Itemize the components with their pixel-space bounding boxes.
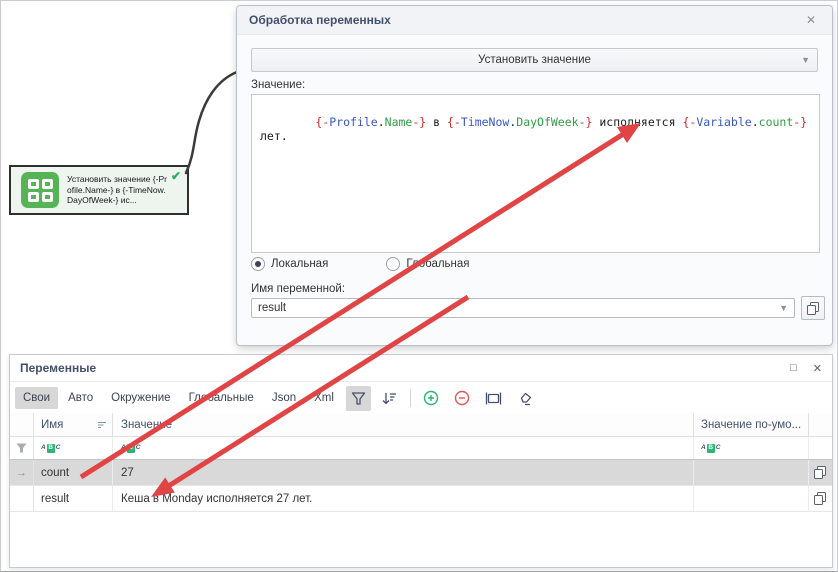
variables-grid: Имя Значение Значение по-умо... ABC ABC — [10, 413, 832, 567]
action-dropdown-value: Установить значение — [478, 54, 591, 66]
variable-name-cell: count — [34, 460, 113, 485]
funnel-icon — [16, 443, 27, 453]
copy-icon — [807, 302, 820, 315]
row-indicator-cell: → — [10, 460, 34, 485]
variable-name-input[interactable]: result ▼ — [251, 298, 795, 318]
tab-json[interactable]: Json — [264, 387, 304, 409]
dialog-variable-processing: Обработка переменных ✕ Установить значен… — [236, 5, 833, 346]
copy-button[interactable] — [801, 296, 825, 320]
filter-name-cell[interactable]: ABC — [34, 437, 113, 459]
current-row-arrow-icon: → — [16, 467, 27, 479]
row-indicator-cell — [10, 486, 34, 511]
abc-filter-icon: ABC — [41, 444, 60, 453]
radio-local-label: Локальная — [271, 258, 328, 270]
variables-panel: Переменные □ ✕ СвоиАвтоОкружениеГлобальн… — [9, 354, 833, 568]
radio-local[interactable]: Локальная — [251, 257, 328, 271]
header-value[interactable]: Значение — [113, 413, 694, 436]
variable-default-cell — [694, 460, 809, 485]
close-icon[interactable]: ✕ — [813, 362, 822, 375]
clear-filter-button[interactable] — [512, 386, 537, 411]
filter-icon — [351, 391, 366, 406]
app-canvas: Установить значение {-Profile.Name-} в {… — [0, 0, 838, 572]
copy-icon[interactable] — [814, 492, 827, 505]
tab-xml[interactable]: Xml — [306, 387, 342, 409]
sort-button[interactable] — [377, 386, 402, 411]
eraser-icon — [516, 391, 533, 406]
grid-app-icon — [21, 172, 59, 208]
close-icon[interactable]: ✕ — [802, 11, 820, 29]
panel-tabs: СвоиАвтоОкружениеГлобальныеJsonXml — [14, 387, 343, 409]
variable-default-cell — [694, 486, 809, 511]
tab-globalnye[interactable]: Глобальные — [181, 387, 262, 409]
table-row[interactable]: resultКеша в Monday исполняется 27 лет. — [10, 486, 832, 512]
abc-filter-icon: ABC — [701, 444, 720, 453]
filter-default-cell[interactable]: ABC — [694, 437, 809, 459]
header-default[interactable]: Значение по-умо... — [694, 413, 809, 436]
value-textarea[interactable]: {-Profile.Name-} в {-TimeNow.DayOfWeek-}… — [251, 94, 820, 253]
panel-titlebar: Переменные □ ✕ — [10, 355, 832, 382]
tab-avto[interactable]: Авто — [60, 387, 101, 409]
flow-node-set-value[interactable]: Установить значение {-Profile.Name-} в {… — [9, 165, 189, 215]
minus-circle-icon — [454, 390, 470, 406]
variable-value-cell: Кеша в Monday исполняется 27 лет. — [113, 486, 694, 511]
filter-value-cell[interactable]: ABC — [113, 437, 694, 459]
value-label: Значение: — [251, 79, 305, 91]
sort-mark-icon — [97, 421, 107, 429]
row-copy-cell[interactable] — [809, 466, 832, 479]
scope-radio-group: Локальная Глобальная — [251, 257, 528, 271]
table-row[interactable]: → count27 — [10, 460, 832, 486]
success-check-icon: ✔ — [171, 169, 181, 183]
column-fit-icon — [485, 391, 502, 406]
table-rows: → count27resultКеша в Monday исполняется … — [10, 460, 832, 512]
header-name[interactable]: Имя — [34, 413, 113, 436]
chevron-down-icon: ▼ — [801, 55, 810, 65]
dialog-title: Обработка переменных — [249, 13, 802, 27]
tab-svoi[interactable]: Свои — [15, 387, 58, 409]
header-indicator-cell — [10, 413, 34, 436]
panel-toolbar: СвоиАвтоОкружениеГлобальныеJsonXml — [10, 382, 832, 414]
radio-unselected-icon — [386, 257, 400, 271]
add-variable-button[interactable] — [419, 386, 444, 411]
action-dropdown[interactable]: Установить значение ▼ — [251, 48, 818, 72]
row-copy-cell[interactable] — [809, 492, 832, 505]
remove-variable-button[interactable] — [450, 386, 475, 411]
expression-text: {-Profile.Name-} в {-TimeNow.DayOfWeek-}… — [260, 115, 814, 143]
variable-name-value: result — [258, 302, 286, 314]
tab-okruzhenie[interactable]: Окружение — [103, 387, 178, 409]
node-label: Установить значение {-Profile.Name-} в {… — [67, 174, 167, 206]
variable-value-cell: 27 — [113, 460, 694, 485]
radio-global[interactable]: Глобальная — [386, 257, 469, 271]
copy-icon[interactable] — [814, 466, 827, 479]
sort-icon — [381, 391, 397, 406]
radio-selected-icon — [251, 257, 265, 271]
chevron-down-icon: ▼ — [779, 303, 788, 313]
filter-row-indicator — [10, 437, 34, 459]
radio-global-label: Глобальная — [406, 258, 469, 270]
toolbar-separator — [410, 389, 411, 407]
filter-button[interactable] — [346, 386, 371, 411]
abc-filter-icon: ABC — [121, 444, 140, 453]
panel-title: Переменные — [20, 361, 774, 375]
plus-circle-icon — [423, 390, 439, 406]
dialog-titlebar: Обработка переменных ✕ — [237, 6, 832, 35]
variable-name-label: Имя переменной: — [251, 283, 345, 295]
best-fit-button[interactable] — [481, 386, 506, 411]
maximize-icon[interactable]: □ — [790, 362, 797, 374]
grid-filter-row: ABC ABC ABC — [10, 437, 832, 460]
variable-name-cell: result — [34, 486, 113, 511]
grid-header-row: Имя Значение Значение по-умо... — [10, 413, 832, 437]
